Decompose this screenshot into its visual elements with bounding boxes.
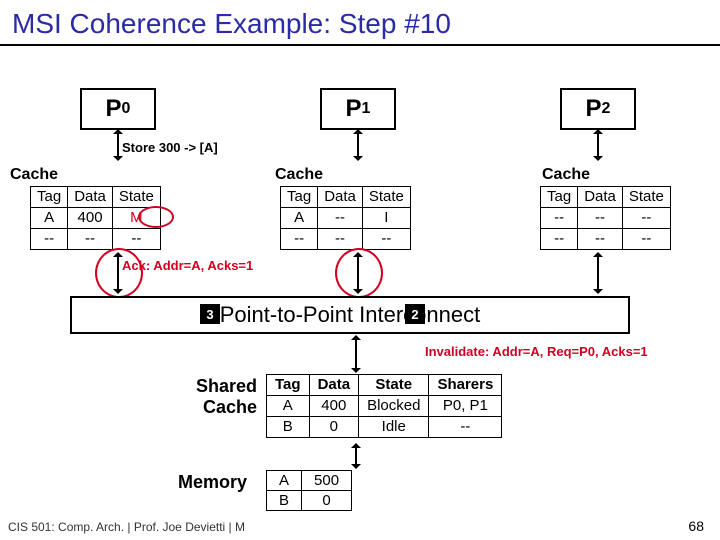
shared-r0-state: Blocked bbox=[359, 396, 429, 417]
interconnect-box: Point-to-Point Interconnect bbox=[70, 296, 630, 334]
cache2-r1-tag: -- bbox=[541, 229, 578, 250]
cache1-r0-tag: A bbox=[281, 208, 318, 229]
cache1-r0-state: I bbox=[362, 208, 410, 229]
invalidate-action-label: Invalidate: Addr=A, Req=P0, Acks=1 bbox=[425, 344, 648, 359]
arrow-p1-cache bbox=[357, 130, 359, 160]
cache2-r1-state: -- bbox=[622, 229, 670, 250]
col-data: Data bbox=[318, 187, 363, 208]
col-tag: Tag bbox=[281, 187, 318, 208]
cache0-r0-tag: A bbox=[31, 208, 68, 229]
col-state: State bbox=[112, 187, 160, 208]
cache1-r1-tag: -- bbox=[281, 229, 318, 250]
shared-col-state: State bbox=[359, 375, 429, 396]
shared-r0-sharers: P0, P1 bbox=[429, 396, 502, 417]
cache2-r0-state: -- bbox=[622, 208, 670, 229]
shared-r0-tag: A bbox=[267, 396, 310, 417]
col-data: Data bbox=[68, 187, 113, 208]
store-action-label: Store 300 -> [A] bbox=[122, 140, 218, 155]
highlight-oval-arrow1 bbox=[335, 248, 383, 298]
arrow-cache2-ic bbox=[597, 253, 599, 293]
cache0-r0-data: 400 bbox=[68, 208, 113, 229]
slide-title: MSI Coherence Example: Step #10 bbox=[0, 0, 720, 46]
shared-col-data: Data bbox=[309, 375, 359, 396]
memory-label: Memory bbox=[178, 472, 247, 493]
col-data: Data bbox=[578, 187, 623, 208]
cache-label-1: Cache bbox=[275, 166, 323, 184]
shared-r1-state: Idle bbox=[359, 417, 429, 438]
mem-r1-tag: B bbox=[267, 491, 302, 511]
col-state: State bbox=[622, 187, 670, 208]
ack-action-label: Ack: Addr=A, Acks=1 bbox=[122, 258, 253, 273]
mem-r1-data: 0 bbox=[302, 491, 352, 511]
shared-r0-data: 400 bbox=[309, 396, 359, 417]
page-number: 68 bbox=[688, 518, 704, 534]
shared-cache-table: Tag Data State Sharers A 400 Blocked P0,… bbox=[266, 374, 502, 438]
arrow-p0-cache bbox=[117, 130, 119, 160]
cache-table-2: Tag Data State -- -- -- -- -- -- bbox=[540, 186, 671, 250]
col-tag: Tag bbox=[31, 187, 68, 208]
shared-r1-sharers: -- bbox=[429, 417, 502, 438]
shared-r1-tag: B bbox=[267, 417, 310, 438]
cache2-r0-tag: -- bbox=[541, 208, 578, 229]
cache0-r1-tag: -- bbox=[31, 229, 68, 250]
cache-label-0: Cache bbox=[10, 166, 58, 184]
col-tag: Tag bbox=[541, 187, 578, 208]
diagram-stage: P0 P1 P2 Store 300 -> [A] Cache Cache Ca… bbox=[0, 48, 720, 540]
cache1-r0-data: -- bbox=[318, 208, 363, 229]
step-number-right: 2 bbox=[405, 304, 425, 324]
shared-cache-label: Shared Cache bbox=[182, 376, 257, 418]
shared-col-sharers: Sharers bbox=[429, 375, 502, 396]
shared-r1-data: 0 bbox=[309, 417, 359, 438]
memory-table: A 500 B 0 bbox=[266, 470, 352, 511]
cache1-r1-state: -- bbox=[362, 229, 410, 250]
cache-label-2: Cache bbox=[542, 166, 590, 184]
mem-r0-data: 500 bbox=[302, 471, 352, 491]
highlight-oval-arrow0 bbox=[95, 248, 143, 298]
shared-col-tag: Tag bbox=[267, 375, 310, 396]
col-state: State bbox=[362, 187, 410, 208]
cache0-r1-data: -- bbox=[68, 229, 113, 250]
mem-r0-tag: A bbox=[267, 471, 302, 491]
cache-table-1: Tag Data State A -- I -- -- -- bbox=[280, 186, 411, 250]
highlight-oval-m bbox=[138, 206, 174, 228]
cache2-r0-data: -- bbox=[578, 208, 623, 229]
arrow-ic-shared bbox=[355, 336, 357, 372]
step-number-left: 3 bbox=[200, 304, 220, 324]
slide-footer: CIS 501: Comp. Arch. | Prof. Joe Deviett… bbox=[8, 520, 245, 534]
arrow-shared-mem bbox=[355, 444, 357, 468]
arrow-p2-cache bbox=[597, 130, 599, 160]
